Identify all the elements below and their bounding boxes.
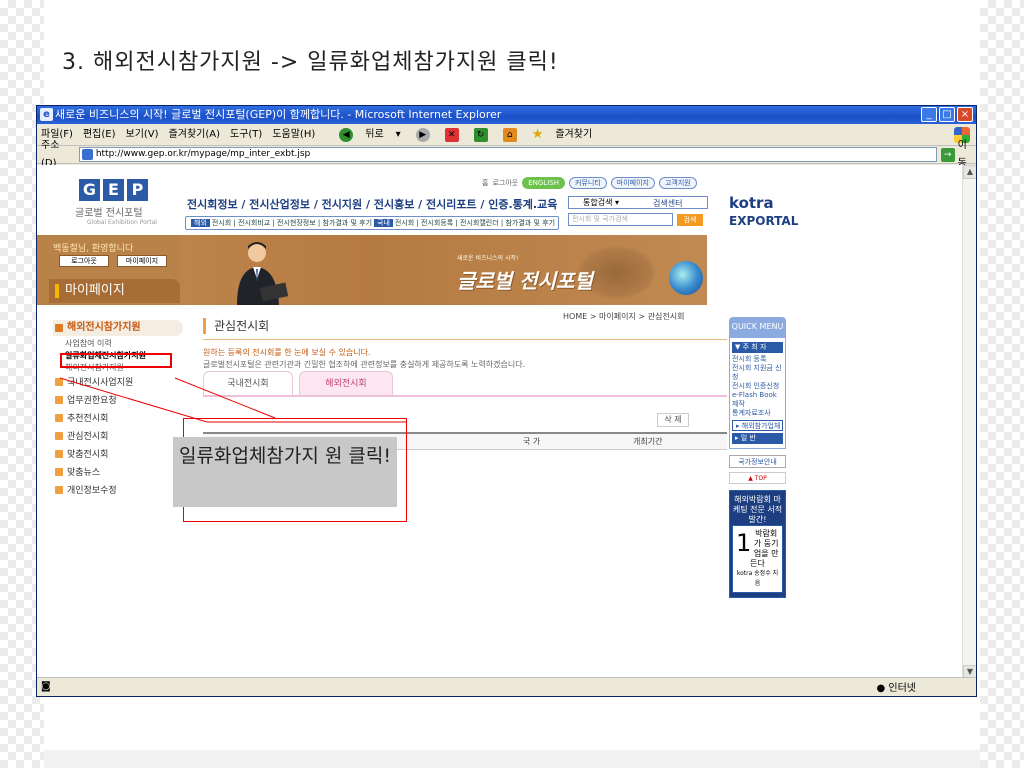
delete-button[interactable]: 삭 제 (657, 413, 689, 427)
menu-favorites[interactable]: 즐겨찾기(A) (169, 124, 220, 146)
search-select[interactable]: 통합검색 ▾ (568, 196, 708, 209)
banner-right-area (707, 235, 963, 305)
slide-title: 3. 해외전시참가지원 -> 일류화업체참가지원 클릭! (62, 50, 559, 75)
menu-recommended[interactable]: 추천전시회 (53, 410, 183, 428)
close-button[interactable]: × (957, 107, 973, 122)
col-country: 국 가 (523, 437, 541, 446)
kotra-logo[interactable]: kotra EXPORTAL (729, 194, 798, 228)
quick-item[interactable]: 전시회 등록 (732, 355, 783, 364)
top-button[interactable]: ▲ TOP (729, 472, 786, 484)
quick-section-host[interactable]: ▼ 주 최 자 (732, 342, 783, 353)
search-input[interactable]: 전시회 및 국가검색 (568, 213, 673, 226)
forward-arrow-icon[interactable]: ▶ (415, 127, 430, 142)
callout-text: 일류화업체참가지 원 클릭! (173, 437, 397, 507)
page-status-icon: ◙ (41, 681, 51, 692)
sub-nav[interactable]: 해외 전시회 | 전시회비교 | 전시현장정보 | 참가결과 및 후기 국내 전시회 … (185, 216, 560, 230)
favorites-button[interactable]: ★ 즐겨찾기 (532, 124, 602, 146)
menu-help[interactable]: 도움말(H) (272, 124, 315, 146)
menu-bar: 파일(F) 편집(E) 보기(V) 즐겨찾기(A) 도구(T) 도움말(H) ◀… (37, 124, 976, 146)
english-link[interactable]: ENGLISH (522, 177, 565, 189)
submenu-history[interactable]: 사업참여 이력 (53, 338, 183, 350)
status-bar: ◙ ● 인터넷 (37, 677, 976, 696)
quick-item[interactable]: 전시회 인증신청 (732, 382, 783, 391)
page-icon (81, 149, 93, 160)
slide-footer (44, 750, 980, 768)
quick-section-general[interactable]: ▸ 일 반 (732, 433, 783, 444)
quick-item[interactable]: 전시회 지원금 신청 (732, 364, 783, 382)
menu-tools[interactable]: 도구(T) (230, 124, 262, 146)
search-box: 통합검색 ▾ 전시회 및 국가검색 검색 (568, 196, 708, 228)
portal-title: 글로벌 전시포털 (457, 269, 593, 293)
highlight-box (60, 353, 172, 368)
quick-menu-title: QUICK MENU (729, 317, 786, 337)
browser-window: e 새로운 비즈니스의 시작! 글로벌 전시포털(GEP)이 함께합니다. - … (36, 105, 977, 697)
search-center-link[interactable]: 검색센터 (653, 198, 682, 209)
home-link[interactable]: 홈 (482, 178, 488, 188)
stop-icon[interactable]: ✕ (444, 127, 459, 142)
url-field[interactable]: http://www.gep.or.kr/mypage/mp_inter_exb… (78, 147, 937, 162)
menu-edit[interactable]: 편집(E) (83, 124, 116, 146)
refresh-icon[interactable]: ↻ (473, 127, 488, 142)
welcome-text: 백동철님, 환영합니다 (53, 244, 134, 254)
mypage-button[interactable]: 마이페이지 (117, 255, 167, 267)
menu-interest[interactable]: 관심전시회 (53, 428, 183, 446)
star-icon: ★ (531, 126, 544, 142)
page-description: 원하는 등록의 전시회를 한 눈에 보실 수 있습니다. 글로벌전시포털은 관련… (203, 348, 526, 369)
quick-section-overseas[interactable]: ▸ 해외참가업체 (732, 420, 783, 431)
main-nav[interactable]: 전시회정보 / 전시산업정보 / 전시지원 / 전시홍보 / 전시리포트 / 인… (187, 196, 557, 212)
go-arrow-icon: → (940, 147, 955, 162)
page-content: GEP 글로벌 전시포털 Global Exhibition Portal 홈 … (37, 165, 963, 679)
menu-profile-edit[interactable]: 개인정보수정 (53, 482, 183, 500)
address-bar: 주소(D) http://www.gep.or.kr/mypage/mp_int… (37, 140, 976, 169)
breadcrumb: HOME > 마이페이지 > 관심전시회 (563, 312, 685, 321)
minimize-button[interactable]: _ (921, 107, 937, 122)
logout-link[interactable]: 로그아웃 (492, 178, 518, 188)
menu-view[interactable]: 보기(V) (126, 124, 159, 146)
menu-custom-news[interactable]: 맞춤뉴스 (53, 464, 183, 482)
menu-domestic-support[interactable]: 국내전시사업지원 (53, 374, 183, 392)
tab-overseas[interactable]: 해외전시회 (299, 371, 393, 395)
quick-item[interactable]: e-Flash Book 제작 (732, 391, 783, 409)
menu-overseas-support[interactable]: 해외전시참가지원 (53, 320, 183, 336)
portal-slogan: 새로운 비즈니스의 시작! (457, 255, 519, 262)
right-checker-border (980, 0, 1024, 768)
tab-domestic[interactable]: 국내전시회 (203, 371, 293, 395)
home-icon[interactable]: ⌂ (502, 127, 517, 142)
mypage-link[interactable]: 마이페이지 (610, 177, 655, 189)
top-links: 홈 로그아웃 ENGLISH 커뮤니티 마이페이지 고객지원 (482, 177, 697, 189)
title-divider (203, 339, 727, 340)
support-link[interactable]: 고객지원 (658, 177, 697, 189)
scroll-up-icon[interactable]: ▲ (963, 165, 976, 179)
search-button[interactable]: 검색 (677, 213, 703, 226)
country-info-button[interactable]: 국가정보안내 (729, 455, 786, 468)
internet-zone: ● 인터넷 (876, 683, 916, 694)
globe-icon (669, 261, 703, 295)
gep-logo[interactable]: GEP 글로벌 전시포털 Global Exhibition Portal (69, 179, 159, 226)
community-link[interactable]: 커뮤니티 (568, 177, 607, 189)
quick-menu: QUICK MENU ▼ 주 최 자 전시회 등록 전시회 지원금 신청 전시회… (729, 317, 786, 598)
col-period: 개최기간 (633, 437, 663, 446)
ie-icon: e (40, 108, 53, 121)
window-title: 새로운 비즈니스의 시작! 글로벌 전시포털(GEP)이 함께합니다. - Mi… (55, 108, 502, 121)
back-arrow-icon: ◀ (339, 127, 354, 142)
businessman-image (237, 242, 289, 305)
quick-item[interactable]: 통계자료조사 (732, 409, 783, 418)
logout-button[interactable]: 로그아웃 (59, 255, 109, 267)
left-menu: 해외전시참가지원 사업참여 이력 일류화업체전시참가지원 해외전시참가지원 국내… (53, 320, 183, 500)
vertical-scrollbar[interactable]: ▲ ▼ (962, 165, 976, 679)
maximize-button[interactable]: □ (939, 107, 955, 122)
page-title: 관심전시회 (203, 318, 269, 334)
menu-permission-request[interactable]: 업무권한요청 (53, 392, 183, 410)
mypage-heading: 마이페이지 (49, 279, 180, 303)
menu-custom-exhibition[interactable]: 맞춤전시회 (53, 446, 183, 464)
tab-underline (203, 395, 727, 397)
back-button[interactable]: ◀ 뒤로 ▾ (339, 124, 401, 146)
title-bar[interactable]: e 새로운 비즈니스의 시작! 글로벌 전시포털(GEP)이 함께합니다. - … (37, 106, 976, 124)
book-ad-banner[interactable]: 해외박람회 마케팅 전문 서적 발간! 1 박람회가 둥기업을 만든다 kotr… (729, 490, 786, 598)
